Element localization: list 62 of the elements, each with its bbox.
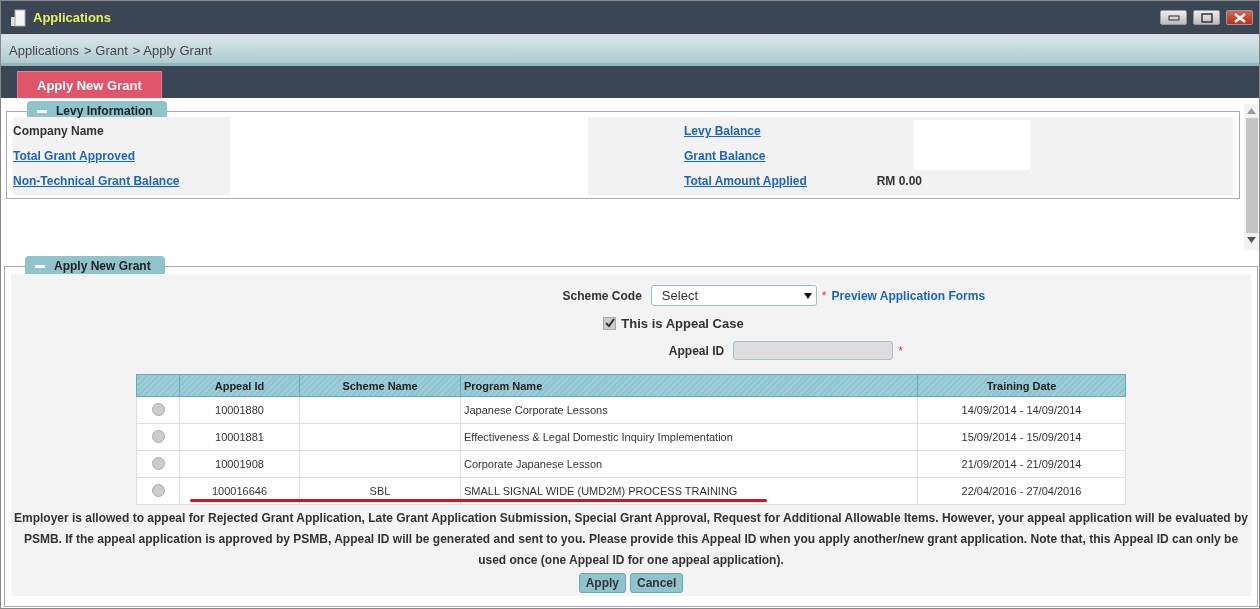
section-title: Levy Information: [56, 104, 153, 118]
field-label: Appeal ID: [667, 343, 725, 358]
column-header: Training Date: [917, 374, 1126, 397]
close-icon: [1233, 12, 1246, 23]
required-mark: *: [821, 288, 827, 303]
field-label: Company Name: [13, 124, 105, 139]
field-link[interactable]: Non-Technical Grant Balance: [13, 173, 230, 188]
table-cell: SBL: [369, 485, 391, 497]
row-radio[interactable]: [151, 483, 165, 497]
apply-button[interactable]: Apply: [578, 573, 626, 593]
section-title: Apply New Grant: [54, 259, 151, 273]
field-link[interactable]: Levy Balance: [684, 124, 761, 139]
scrollbar[interactable]: [1244, 104, 1259, 250]
maximize-button[interactable]: [1193, 10, 1220, 25]
table-cell: 14/09/2014 - 14/09/2014: [961, 404, 1082, 416]
table-cell: Effectiveness & Legal Domestic Inquiry Implementation: [464, 431, 733, 443]
field-value: RM 0.00: [876, 173, 922, 188]
appeal-notice: Employer is allowed to appeal for Rejected Grant Application, Late Grant Application Submission, Special Grant Approval, Request for Additional Allowable Items. However, your appeal application will be evaluated by PSMB. If the appeal application is approved by PSMB, Appeal ID will be generated and sent to you. Please provide this Appeal ID when you apply another/new grant application. Note that, this Appeal ID can only be used once (one Appeal ID for one appeal application).: [13, 510, 1249, 569]
required-mark: *: [898, 343, 903, 358]
table-cell: 15/09/2014 - 15/09/2014: [961, 431, 1082, 443]
column-header: Appeal Id: [179, 374, 300, 397]
section-header[interactable]: Apply New Grant: [25, 256, 165, 276]
checkbox-label: This is Appeal Case: [621, 315, 744, 331]
scroll-down-icon: [1247, 237, 1256, 243]
scheme-code-dropdown[interactable]: Select: [650, 285, 817, 306]
table-cell: SMALL SIGNAL WIDE (UMD2M) PROCESS TRAINING: [464, 485, 738, 497]
close-button[interactable]: [1226, 10, 1253, 25]
table-cell: Japanese Corporate Lessons: [464, 404, 608, 416]
field-label: Scheme Code: [561, 288, 642, 303]
document-stack-icon: [11, 8, 27, 27]
scroll-up-icon: [1247, 108, 1256, 114]
column-header: Scheme Name: [299, 374, 461, 397]
minimize-button[interactable]: [1160, 10, 1187, 25]
table-cell: Corporate Japanese Lesson: [464, 458, 603, 470]
collapse-icon: [35, 264, 45, 268]
checkmark-icon: [604, 318, 615, 328]
column-header: Program Name: [460, 374, 918, 397]
window-title: Applications: [33, 10, 111, 25]
preview-forms-link[interactable]: Preview Application Forms: [831, 288, 986, 303]
row-radio[interactable]: [151, 402, 165, 416]
table-cell: 10001880: [215, 404, 264, 416]
table-cell: 10001908: [215, 458, 264, 470]
maximize-icon: [1200, 12, 1213, 23]
table-cell: 10001881: [215, 431, 264, 443]
field-link[interactable]: Grant Balance: [684, 149, 766, 163]
field-link[interactable]: Total Grant Approved: [13, 149, 230, 163]
tab[interactable]: Apply New Grant: [17, 71, 162, 98]
breadcrumb-item[interactable]: > Grant: [84, 42, 128, 58]
minimize-icon: [1167, 14, 1180, 21]
cancel-button[interactable]: Cancel: [630, 573, 684, 593]
field-link[interactable]: Total Amount Applied: [684, 173, 807, 188]
table-cell: 100016646: [211, 485, 268, 497]
row-radio[interactable]: [151, 456, 165, 470]
collapse-icon: [37, 109, 47, 113]
breadcrumb-item[interactable]: > Apply Grant: [132, 42, 212, 58]
table-cell: 21/09/2014 - 21/09/2014: [961, 458, 1082, 470]
appeal-case-checkbox[interactable]: [603, 316, 617, 330]
caret-icon: [803, 292, 812, 299]
breadcrumb-item[interactable]: Applications: [9, 42, 80, 58]
table-header: [136, 374, 180, 397]
table-cell: 22/04/2016 - 27/04/2016: [961, 485, 1082, 497]
row-radio[interactable]: [151, 429, 165, 443]
